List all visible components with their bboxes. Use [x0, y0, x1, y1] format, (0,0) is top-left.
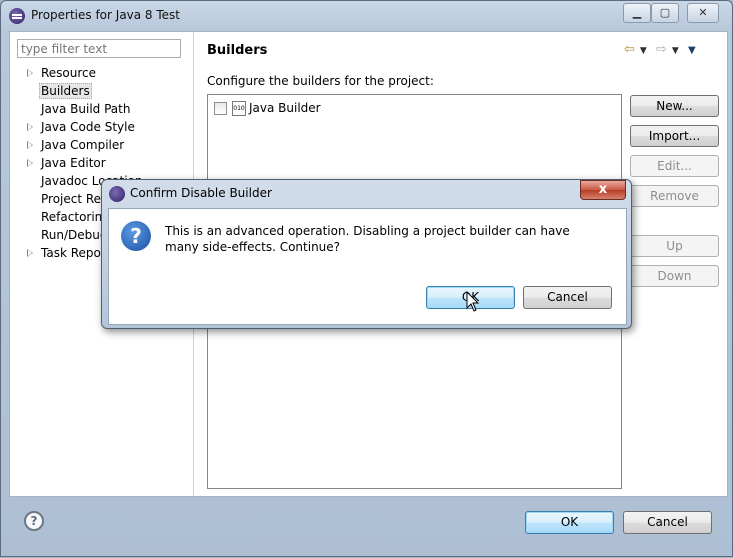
expand-arrow-icon[interactable] — [27, 69, 33, 77]
dialog-ok-button[interactable]: OK — [426, 286, 515, 309]
new-button[interactable]: New... — [630, 95, 719, 117]
builder-checkbox[interactable] — [214, 102, 227, 115]
maximize-button[interactable]: ▢ — [651, 3, 679, 23]
tree-item-java-compiler[interactable]: Java Compiler — [10, 136, 193, 154]
expand-arrow-icon[interactable] — [27, 159, 33, 167]
back-arrow-icon[interactable]: ⇦ — [624, 42, 635, 57]
forward-menu-icon[interactable]: ▼ — [672, 46, 679, 56]
minimize-button[interactable]: ▁ — [623, 3, 651, 23]
ok-button[interactable]: OK — [525, 511, 614, 534]
expand-arrow-icon[interactable] — [27, 249, 33, 257]
confirm-dialog: Confirm Disable Builder x ? This is an a… — [101, 179, 632, 329]
window-title: Properties for Java 8 Test — [31, 8, 181, 22]
dialog-message: This is an advanced operation. Disabling… — [165, 224, 570, 254]
footer: ? OK Cancel — [1, 495, 733, 558]
title-bar: Properties for Java 8 Test ▁ ▢ ✕ — [1, 1, 733, 31]
page-description: Configure the builders for the project: — [207, 74, 434, 88]
list-item[interactable]: 010 Java Builder — [214, 99, 321, 117]
tree-item-builders[interactable]: Builders — [10, 82, 193, 100]
tree-item-resource[interactable]: Resource — [10, 64, 193, 82]
eclipse-icon — [109, 186, 125, 202]
remove-button[interactable]: Remove — [630, 185, 719, 207]
tree-item-java-code-style[interactable]: Java Code Style — [10, 118, 193, 136]
history-nav: ⇦ ▼ ⇨ ▼ ▼ — [624, 42, 701, 57]
page-title: Builders — [207, 43, 268, 58]
view-menu-icon[interactable]: ▼ — [688, 45, 696, 56]
eclipse-icon — [9, 8, 25, 24]
expand-arrow-icon[interactable] — [27, 141, 33, 149]
back-menu-icon[interactable]: ▼ — [640, 46, 647, 56]
dialog-cancel-button[interactable]: Cancel — [523, 286, 612, 309]
help-icon[interactable]: ? — [24, 511, 44, 531]
filter-input[interactable] — [17, 39, 181, 58]
down-button[interactable]: Down — [630, 265, 719, 287]
up-button[interactable]: Up — [630, 235, 719, 257]
close-button[interactable]: ✕ — [687, 3, 719, 23]
tree-item-java-editor[interactable]: Java Editor — [10, 154, 193, 172]
import-button[interactable]: Import... — [630, 125, 719, 147]
tree-item-java-build-path[interactable]: Java Build Path — [10, 100, 193, 118]
edit-button[interactable]: Edit... — [630, 155, 719, 177]
expand-arrow-icon[interactable] — [27, 123, 33, 131]
cancel-button[interactable]: Cancel — [623, 511, 712, 534]
builder-label: Java Builder — [249, 101, 321, 115]
forward-arrow-icon[interactable]: ⇨ — [656, 42, 667, 57]
question-icon: ? — [121, 221, 151, 251]
dialog-body: ? This is an advanced operation. Disabli… — [108, 208, 627, 325]
dialog-close-button[interactable]: x — [580, 180, 626, 200]
java-builder-icon: 010 — [232, 101, 246, 116]
dialog-title: Confirm Disable Builder — [130, 186, 272, 200]
